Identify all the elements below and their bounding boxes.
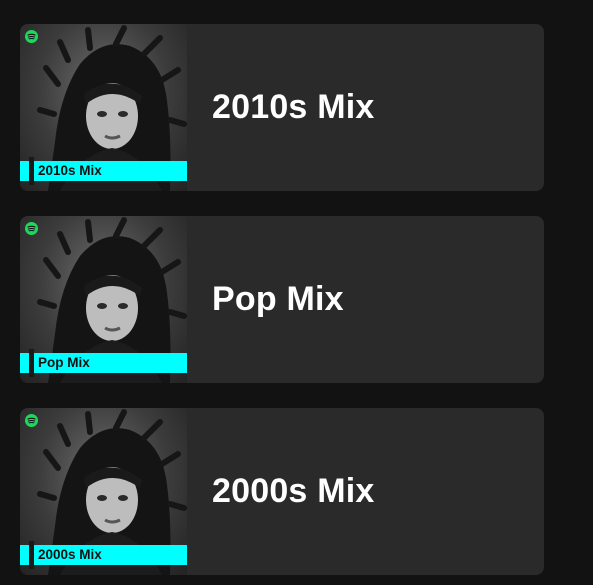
spotify-logo-icon — [25, 222, 38, 235]
mix-title: 2000s Mix — [212, 472, 375, 510]
mix-cover-image: 2010s Mix — [20, 24, 187, 191]
mix-cover-label: Pop Mix — [20, 353, 187, 373]
mix-cover-label: 2010s Mix — [20, 161, 187, 181]
spotify-logo-icon — [25, 30, 38, 43]
mix-card-2010s[interactable]: 2010s Mix 2010s Mix — [20, 24, 544, 191]
cover-label-notch — [29, 541, 34, 569]
spotify-logo-icon — [25, 414, 38, 427]
cover-label-notch — [29, 157, 34, 185]
mix-cover-image: 2000s Mix — [20, 408, 187, 575]
mix-title: 2010s Mix — [212, 88, 375, 126]
mix-cover-label: 2000s Mix — [20, 545, 187, 565]
mix-card-pop[interactable]: Pop Mix Pop Mix — [20, 216, 544, 383]
cover-label-notch — [29, 349, 34, 377]
mix-cover-image: Pop Mix — [20, 216, 187, 383]
mix-title: Pop Mix — [212, 280, 344, 318]
mix-card-2000s[interactable]: 2000s Mix 2000s Mix — [20, 408, 544, 575]
